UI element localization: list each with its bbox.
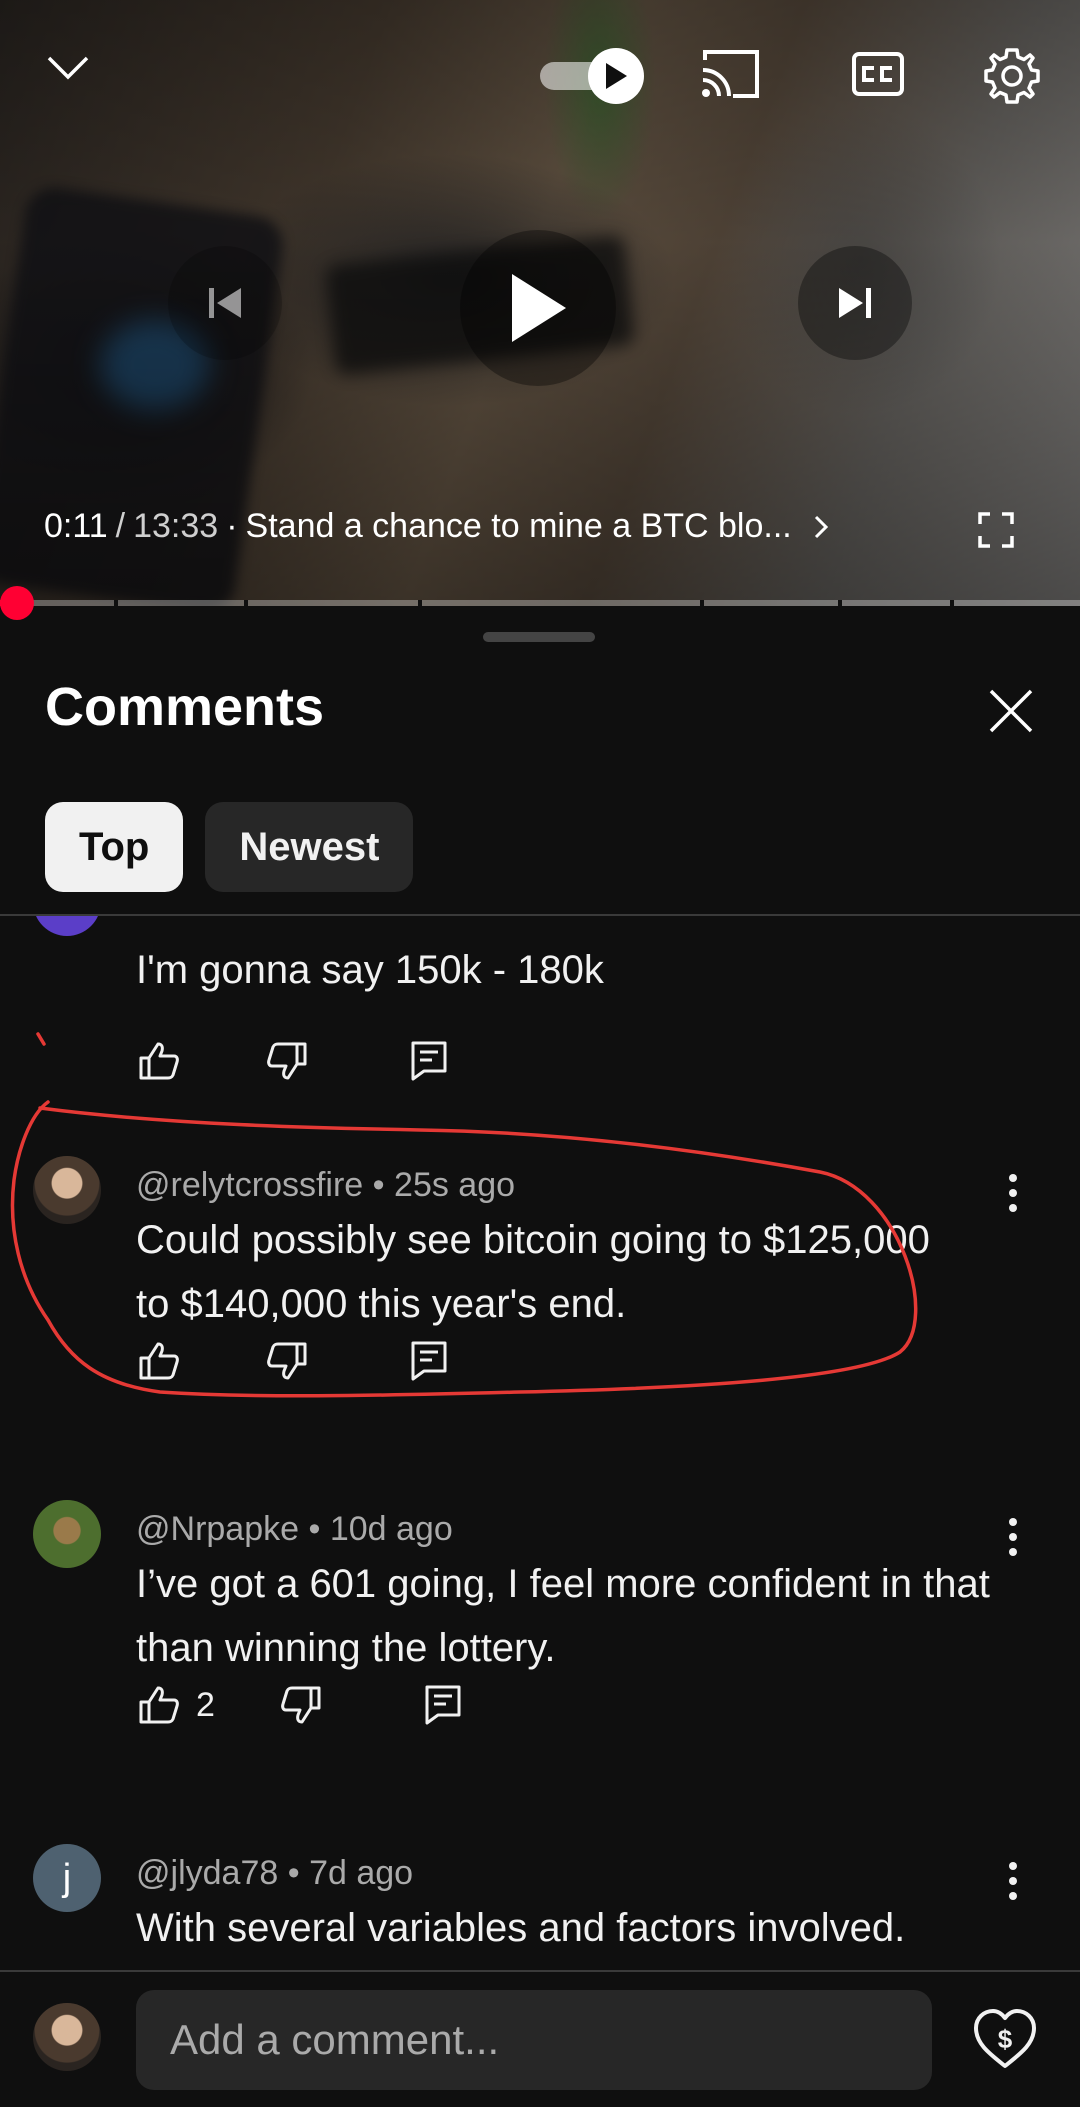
comment-text: I’ve got a 601 going, I feel more confid… — [136, 1562, 990, 1670]
like-button[interactable] — [136, 1338, 182, 1384]
comment-text: I'm gonna say 150k - 180k — [136, 948, 604, 992]
comment-author[interactable]: @Nrpapke — [136, 1510, 299, 1548]
thumbs-up-icon — [139, 1042, 179, 1080]
svg-text:$: $ — [998, 2024, 1013, 2054]
comment-meta: @Nrpapke • 10d ago — [136, 1510, 453, 1549]
comment-meta: @jlyda78 • 7d ago — [136, 1854, 413, 1893]
thumbs-up-icon — [139, 1342, 179, 1380]
more-vert-icon — [1009, 1174, 1017, 1212]
chapter-marker — [838, 600, 842, 606]
reply-button[interactable] — [406, 1338, 452, 1384]
avatar — [33, 2003, 101, 2071]
reply-icon — [411, 1341, 447, 1381]
sort-top-chip[interactable]: Top — [45, 802, 184, 892]
meta-dot: • — [308, 1510, 321, 1548]
chevron-right-icon[interactable] — [812, 509, 840, 545]
gear-icon — [984, 48, 1040, 104]
thumbs-down-icon — [267, 1042, 307, 1080]
super-thanks-button[interactable]: $ — [970, 2004, 1040, 2074]
autoplay-toggle[interactable] — [540, 46, 644, 104]
reply-button[interactable] — [420, 1682, 466, 1728]
total-time: 13:33 — [133, 507, 219, 545]
reply-button[interactable] — [406, 1038, 452, 1084]
avatar[interactable] — [33, 1156, 101, 1224]
cast-icon — [702, 50, 759, 98]
comment-sort-chips: Top Newest — [45, 802, 414, 892]
like-count: 2 — [196, 1685, 215, 1724]
cast-button[interactable] — [696, 44, 764, 104]
previous-video-button[interactable] — [168, 246, 282, 360]
comment-actions — [136, 1036, 452, 1086]
chapter-marker — [950, 600, 954, 606]
chapter-marker — [244, 600, 248, 606]
thumbs-down-icon — [281, 1686, 321, 1724]
comment-actions — [136, 1336, 452, 1386]
captions-button[interactable] — [846, 44, 910, 104]
avatar-letter: L — [56, 916, 77, 924]
comment-text: Could possibly see bitcoin going to $125… — [136, 1218, 930, 1326]
fullscreen-button[interactable] — [976, 510, 1016, 550]
add-comment-input[interactable] — [136, 1990, 932, 2090]
time-separator: / — [115, 507, 126, 545]
super-thanks-icon: $ — [974, 2009, 1036, 2068]
chapter-marker — [418, 600, 422, 606]
reply-icon — [411, 1041, 447, 1081]
avatar-letter: j — [62, 1856, 72, 1899]
comment-actions: 2 — [136, 1680, 466, 1730]
comment-menu-button[interactable] — [998, 1168, 1028, 1218]
chapter-marker — [114, 600, 118, 606]
comment-author[interactable]: @relytcrossfire — [136, 1166, 363, 1204]
sheet-drag-handle[interactable] — [483, 632, 595, 642]
comment-text: With several variables and factors invol… — [136, 1906, 906, 1950]
current-time: 0:11 — [44, 507, 108, 545]
chapter-marker — [700, 600, 704, 606]
sort-newest-chip[interactable]: Newest — [205, 802, 414, 892]
dislike-button[interactable] — [264, 1338, 310, 1384]
progress-bar[interactable] — [0, 586, 1080, 620]
comment-age: 25s ago — [394, 1166, 516, 1204]
settings-button[interactable] — [980, 44, 1044, 108]
play-button[interactable] — [460, 230, 616, 386]
chapter-title[interactable]: Stand a chance to mine a BTC blo... — [246, 507, 792, 546]
avatar[interactable]: L — [33, 916, 101, 936]
meta-dot: • — [372, 1166, 385, 1204]
next-icon — [839, 288, 871, 318]
avatar[interactable]: j — [33, 1844, 101, 1912]
like-button[interactable] — [136, 1682, 182, 1728]
timeline-info[interactable]: 0:11 / 13:33 · Stand a chance to mine a … — [44, 507, 840, 546]
close-comments-button[interactable] — [986, 686, 1036, 736]
autoplay-toggle-icon — [588, 48, 644, 104]
reply-icon — [425, 1685, 461, 1725]
close-icon — [989, 689, 1033, 733]
comment-author[interactable]: @jlyda78 — [136, 1854, 278, 1892]
chapter-bullet: · — [226, 507, 238, 545]
comment-age: 10d ago — [329, 1510, 453, 1548]
fullscreen-icon — [978, 512, 1014, 548]
comment-age: 7d ago — [309, 1854, 414, 1892]
video-player[interactable]: 0:11 / 13:33 · Stand a chance to mine a … — [0, 0, 1080, 606]
thumbs-up-icon — [139, 1686, 179, 1724]
minimize-player-button[interactable] — [38, 38, 98, 98]
comment-meta: @relytcrossfire • 25s ago — [136, 1166, 515, 1205]
next-video-button[interactable] — [798, 246, 912, 360]
progress-scrubber[interactable] — [0, 586, 34, 620]
cc-icon — [852, 52, 904, 96]
comments-title: Comments — [45, 677, 325, 737]
chevron-down-icon — [47, 56, 89, 80]
previous-icon — [209, 288, 241, 318]
dislike-button[interactable] — [278, 1682, 324, 1728]
dislike-button[interactable] — [264, 1038, 310, 1084]
meta-dot: • — [287, 1854, 300, 1892]
thumbs-down-icon — [267, 1342, 307, 1380]
play-icon — [512, 274, 566, 342]
divider — [0, 1970, 1080, 1972]
comments-list[interactable]: L I'm gonna say 150k - 180k @relytcrossf… — [0, 916, 1080, 1970]
avatar[interactable] — [33, 1500, 101, 1568]
like-button[interactable] — [136, 1038, 182, 1084]
